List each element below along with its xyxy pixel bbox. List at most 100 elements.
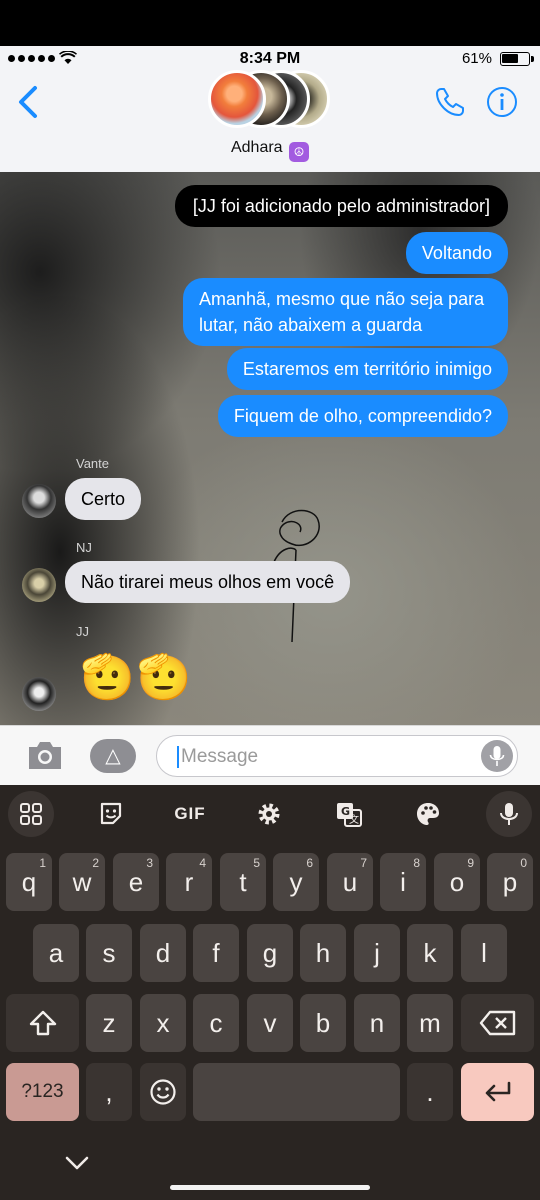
key-h[interactable]: h [300, 924, 346, 982]
camera-icon[interactable] [26, 739, 64, 771]
key-m[interactable]: m [407, 994, 453, 1052]
status-bar: 8:34 PM 61% [0, 46, 540, 72]
key-t[interactable]: t5 [220, 853, 266, 911]
message-input[interactable]: Message [156, 735, 518, 777]
app-store-icon[interactable]: △ [90, 739, 136, 773]
outgoing-message[interactable]: Voltando [405, 232, 508, 274]
key-label: q [21, 866, 37, 897]
dictation-mic-icon[interactable] [481, 740, 513, 772]
outgoing-message[interactable]: Estaremos em território inimigo [226, 348, 508, 390]
chevron-down-icon[interactable] [64, 1155, 90, 1171]
key-g[interactable]: g [247, 924, 293, 982]
apps-grid-icon[interactable] [8, 791, 54, 837]
avatar[interactable] [22, 484, 56, 518]
comma-key[interactable]: , [86, 1063, 132, 1121]
avatar[interactable] [22, 677, 56, 711]
key-q[interactable]: q1 [6, 853, 52, 911]
key-o[interactable]: o9 [434, 853, 480, 911]
enter-key[interactable] [461, 1063, 534, 1121]
key-label: z [102, 1007, 116, 1038]
key-label: l [481, 937, 487, 968]
key-hint: 5 [253, 856, 260, 870]
battery-percent: 61% [461, 50, 492, 67]
avatar[interactable] [22, 568, 56, 602]
sender-name: Vante [76, 456, 110, 471]
settings-icon[interactable] [246, 791, 292, 837]
key-u[interactable]: u7 [327, 853, 373, 911]
conversation-header: 8:34 PM 61% Adhara ☮ [0, 46, 540, 172]
top-black-band [0, 0, 540, 46]
key-e[interactable]: e3 [113, 853, 159, 911]
key-n[interactable]: n [354, 994, 400, 1052]
back-chevron-icon[interactable] [16, 84, 40, 120]
text-caret [177, 746, 179, 768]
compose-bar: △ Message [0, 725, 540, 785]
message-placeholder: Message [181, 746, 259, 767]
translate-icon[interactable]: G文 [326, 791, 372, 837]
key-z[interactable]: z [86, 994, 132, 1052]
gif-label: GIF [174, 804, 206, 823]
enter-icon [485, 1081, 510, 1102]
gif-button[interactable]: GIF [167, 791, 213, 837]
phone-icon[interactable] [434, 86, 466, 118]
outgoing-message[interactable]: Fiquem de olho, compreendido? [217, 395, 508, 437]
space-key[interactable] [193, 1063, 400, 1121]
chat-area[interactable]: [JJ foi adicionado pelo administrador] V… [0, 172, 540, 725]
key-hint: 6 [306, 856, 313, 870]
incoming-message[interactable]: Não tirarei meus olhos em você [65, 561, 351, 603]
key-r[interactable]: r4 [166, 853, 212, 911]
shift-icon [29, 1010, 56, 1036]
key-label: w [72, 866, 92, 897]
emoji-key[interactable] [140, 1063, 186, 1121]
key-b[interactable]: b [300, 994, 346, 1052]
info-icon[interactable] [486, 86, 518, 118]
group-name[interactable]: Adhara ☮ [0, 139, 540, 162]
key-label: x [156, 1007, 170, 1038]
key-w[interactable]: w2 [59, 853, 105, 911]
key-p[interactable]: p0 [487, 853, 533, 911]
key-d[interactable]: d [140, 924, 186, 982]
key-label: b [315, 1007, 331, 1038]
battery-icon [500, 52, 534, 66]
key-hint: 0 [520, 856, 527, 870]
group-avatars[interactable] [208, 70, 332, 132]
key-label: n [369, 1007, 385, 1038]
key-s[interactable]: s [86, 924, 132, 982]
mic-icon[interactable] [486, 791, 532, 837]
palette-icon[interactable] [405, 791, 451, 837]
key-label: t [239, 866, 247, 897]
key-c[interactable]: c [193, 994, 239, 1052]
key-hint: 3 [146, 856, 153, 870]
key-v[interactable]: v [247, 994, 293, 1052]
backspace-key[interactable] [461, 994, 534, 1052]
key-label: m [419, 1007, 441, 1038]
emoji-message[interactable]: 🫡🫡 [80, 650, 194, 706]
home-indicator[interactable] [170, 1185, 370, 1190]
key-hint: 2 [92, 856, 99, 870]
key-label: f [212, 937, 220, 968]
key-label: i [400, 866, 406, 897]
key-label: v [263, 1007, 277, 1038]
sticker-icon[interactable] [88, 791, 134, 837]
key-label: j [374, 937, 380, 968]
key-j[interactable]: j [354, 924, 400, 982]
key-x[interactable]: x [140, 994, 186, 1052]
key-f[interactable]: f [193, 924, 239, 982]
period-key[interactable]: . [407, 1063, 453, 1121]
key-k[interactable]: k [407, 924, 453, 982]
clock: 8:34 PM [239, 50, 301, 67]
key-label: a [48, 937, 64, 968]
key-l[interactable]: l [461, 924, 507, 982]
key-label: p [502, 866, 518, 897]
key-y[interactable]: y6 [273, 853, 319, 911]
shift-key[interactable] [6, 994, 79, 1052]
outgoing-message[interactable]: Amanhã, mesmo que não seja para lutar, n… [183, 278, 508, 346]
peace-emoji: ☮ [289, 142, 310, 162]
key-i[interactable]: i8 [380, 853, 426, 911]
key-a[interactable]: a [33, 924, 79, 982]
key-label: y [289, 866, 303, 897]
svg-text:文: 文 [349, 813, 359, 826]
symbols-key[interactable]: ?123 [6, 1063, 79, 1121]
incoming-message[interactable]: Certo [65, 478, 142, 520]
system-message: [JJ foi adicionado pelo administrador] [174, 185, 508, 227]
